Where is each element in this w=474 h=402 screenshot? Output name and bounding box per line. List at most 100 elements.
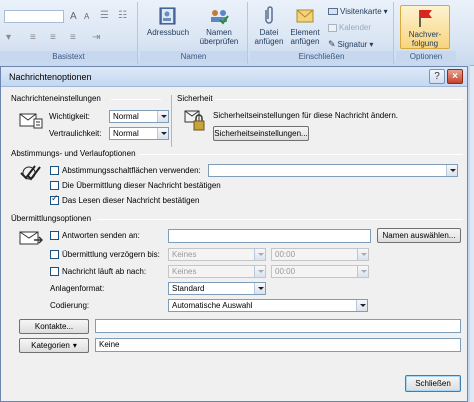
security-settings-button[interactable]: Sicherheitseinstellungen... [213, 126, 309, 141]
bullets-icon[interactable]: ☰ [100, 10, 109, 21]
voting-section-title: Abstimmungs- und Verlaufoptionen [11, 149, 136, 158]
chevron-down-icon: ▾ [383, 7, 388, 16]
namen-label-2: überprüfen [199, 37, 239, 46]
ribbon-group-label: Basistext [0, 51, 137, 62]
voting-buttons-checkbox[interactable] [50, 166, 59, 175]
pen-icon: ✎ [328, 39, 336, 49]
attachment-format-value: Standard [172, 284, 205, 293]
ribbon-group-optionen: Nachver- folgung Optionen [396, 2, 456, 64]
highlight-icon[interactable]: ▾ [6, 32, 11, 43]
ribbon-group-label: Einschließen [250, 51, 393, 62]
font-size-box[interactable] [4, 10, 64, 23]
flag-icon [419, 10, 432, 27]
datei-label-2: anfügen [254, 37, 284, 46]
kalender-button: Kalender [328, 23, 371, 32]
contacts-button[interactable]: Kontakte... [19, 319, 89, 334]
adressbuch-button[interactable]: Adressbuch [144, 6, 192, 37]
voting-buttons-label: Abstimmungsschaltflächen verwenden: [62, 166, 201, 175]
expires-checkbox[interactable] [50, 267, 59, 276]
replies-to-label: Antworten senden an: [62, 231, 140, 240]
encoding-value: Automatische Auswahl [172, 301, 253, 310]
delay-delivery-label: Übermittlung verzögern bis: [62, 250, 160, 259]
separator [111, 99, 161, 100]
signatur-button[interactable]: ✎ Signatur ▾ [328, 39, 373, 50]
font-shrink-icon[interactable]: A [84, 12, 89, 21]
element-label-2: anfügen [290, 37, 320, 46]
numbering-icon[interactable]: ☷ [118, 10, 127, 21]
separator [139, 154, 463, 155]
close-button[interactable]: Schließen [405, 375, 461, 392]
adressbuch-label: Adressbuch [146, 28, 190, 37]
help-button[interactable]: ? [429, 69, 445, 84]
security-description: Sicherheitseinstellungen für diese Nachr… [213, 111, 398, 120]
voting-buttons-select[interactable] [208, 164, 458, 177]
sensitivity-value: Normal [113, 129, 139, 138]
align-right-icon[interactable]: ≡ [70, 32, 76, 43]
datei-anfuegen-button[interactable]: Datei anfügen [252, 6, 286, 46]
align-center-icon[interactable]: ≡ [50, 32, 56, 43]
expires-time-select[interactable]: 00:00 [271, 265, 369, 278]
categories-input[interactable]: Keine [95, 338, 461, 352]
sensitivity-label: Vertraulichkeit: [49, 129, 102, 138]
encoding-label: Codierung: [50, 301, 90, 310]
ribbon: A A ☰ ☷ ▾ ≡ ≡ ≡ ⇥ Basistext Adressbuch N… [0, 0, 474, 66]
close-icon[interactable]: × [447, 69, 463, 84]
nachverfolgung-button[interactable]: Nachver- folgung [400, 5, 450, 49]
dialog-titlebar[interactable]: Nachrichtenoptionen ? × [1, 67, 467, 87]
importance-label: Wichtigkeit: [49, 112, 90, 121]
categories-button[interactable]: Kategorien ▾ [19, 338, 89, 353]
delay-date-select[interactable]: Keines [168, 248, 266, 261]
font-grow-icon[interactable]: A [70, 11, 77, 22]
ribbon-group-einschliessen: Datei anfügen Element anfügen Visitenkar… [250, 2, 394, 64]
nachverfolgung-label-2: folgung [411, 39, 439, 48]
delivery-receipt-checkbox[interactable] [50, 181, 59, 190]
separator [215, 99, 463, 100]
delivery-section-title: Übermittlungsoptionen [11, 214, 92, 223]
align-left-icon[interactable]: ≡ [30, 32, 36, 43]
delay-delivery-checkbox[interactable] [50, 250, 59, 259]
sensitivity-select[interactable]: Normal [109, 127, 169, 140]
importance-select[interactable]: Normal [109, 110, 169, 123]
address-book-icon [159, 7, 176, 25]
titlebar-buttons: ? × [429, 69, 463, 84]
read-receipt-label: Das Lesen dieser Nachricht bestätigen [62, 196, 200, 205]
envelope-icon [296, 9, 314, 23]
replies-to-checkbox[interactable] [50, 231, 59, 240]
chevron-down-icon [356, 300, 367, 311]
message-options-dialog: Nachrichtenoptionen ? × Nachrichteneinst… [0, 66, 468, 402]
indent-icon[interactable]: ⇥ [92, 32, 100, 43]
expires-date-select[interactable]: Keines [168, 265, 266, 278]
categories-value: Keine [99, 340, 120, 349]
security-section-title: Sicherheit [177, 94, 213, 103]
importance-value: Normal [113, 112, 139, 121]
ribbon-group-label: Optionen [396, 51, 456, 62]
encoding-select[interactable]: Automatische Auswahl [168, 299, 368, 312]
chevron-down-icon [357, 266, 368, 277]
element-anfuegen-button[interactable]: Element anfügen [286, 6, 324, 46]
visitenkarte-label: Visitenkarte [340, 7, 382, 16]
read-receipt-checkbox[interactable] [50, 194, 59, 205]
replies-to-input[interactable] [168, 229, 371, 243]
visitenkarte-button[interactable]: Visitenkarte ▾ [328, 7, 388, 16]
datei-label-1: Datei [259, 28, 279, 37]
expires-label: Nachricht läuft ab nach: [62, 267, 147, 276]
chevron-down-icon: ▾ [369, 40, 374, 49]
delay-date-value: Keines [172, 250, 197, 259]
separator [97, 219, 463, 220]
signatur-label: Signatur [337, 40, 368, 49]
namen-ueberpruefen-button[interactable]: Namen überprüfen [194, 6, 244, 46]
delay-time-select[interactable]: 00:00 [271, 248, 369, 261]
contacts-input[interactable] [95, 319, 461, 333]
security-lock-icon [184, 110, 205, 131]
chevron-down-icon [254, 283, 265, 294]
chevron-down-icon [157, 111, 168, 122]
chevron-down-icon: ▾ [72, 341, 77, 350]
business-card-icon [328, 8, 338, 15]
nachverfolgung-label-1: Nachver- [408, 30, 442, 39]
element-label-1: Element [290, 28, 320, 37]
select-names-button[interactable]: Namen auswählen... [377, 228, 461, 243]
ribbon-group-basistext: A A ☰ ☷ ▾ ≡ ≡ ≡ ⇥ Basistext [0, 2, 138, 64]
chevron-down-icon [157, 128, 168, 139]
attachment-format-select[interactable]: Standard [168, 282, 266, 295]
expires-time-value: 00:00 [275, 267, 296, 276]
